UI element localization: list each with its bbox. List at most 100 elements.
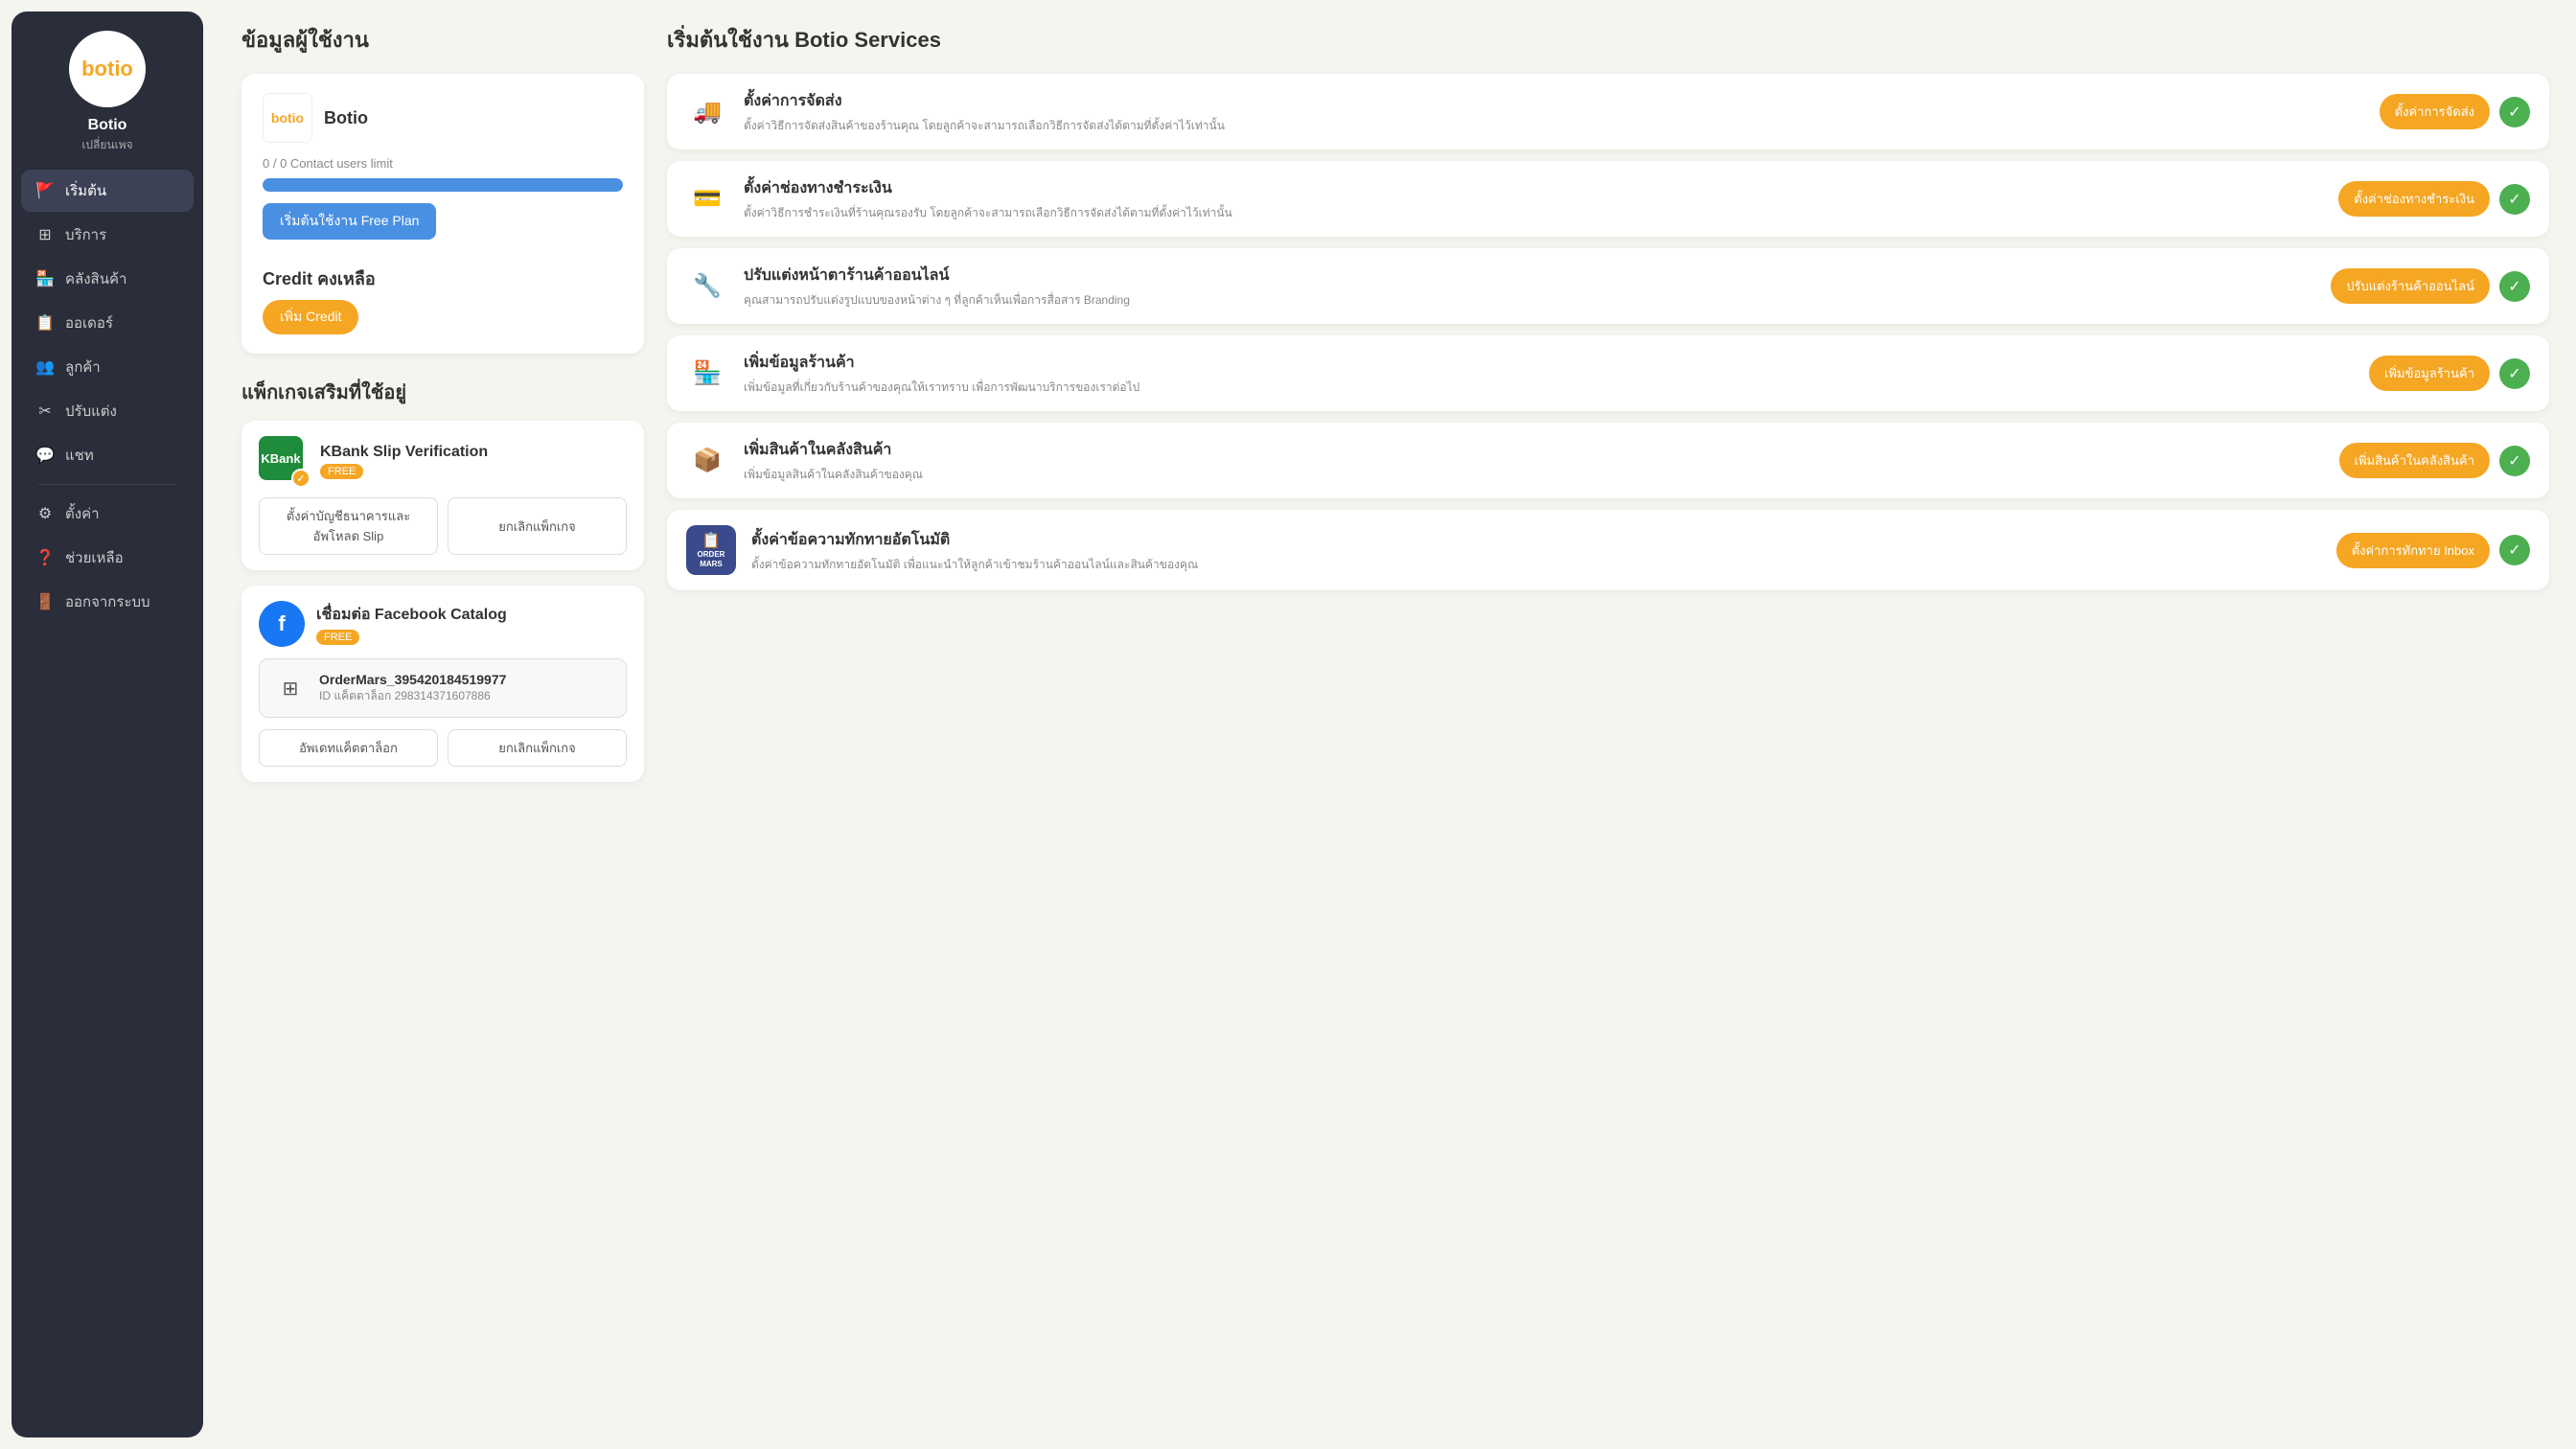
- shipping-btn[interactable]: ตั้งค่าการจัดส่ง: [2380, 94, 2490, 129]
- user-info-card: botio Botio 0 / 0 Contact users limit เร…: [242, 74, 644, 354]
- credit-section: Credit คงเหลือ เพิ่ม Credit: [263, 264, 623, 334]
- shipping-title: ตั้งค่าการจัดส่ง: [744, 89, 2364, 113]
- service-row-auto-reply: 📋 ORDERMARS ตั้งค่าข้อความทักทายอัตโนมัต…: [667, 510, 2549, 590]
- mini-logo-accent: io: [292, 110, 304, 126]
- sidebar: botio Botio เปลี่ยนเพจ 🚩 เริ่มต้น ⊞ บริก…: [12, 12, 203, 1438]
- inventory-btn[interactable]: เพิ่มสินค้าในคลังสินค้า: [2339, 443, 2490, 478]
- kbank-name: KBank Slip Verification: [320, 444, 627, 461]
- user-card-logo: botio: [263, 93, 312, 143]
- nav-divider: [38, 484, 176, 485]
- sidebar-item-help[interactable]: ❓ ช่วยเหลือ: [21, 537, 194, 579]
- package-card-facebook: f เชื่อมต่อ Facebook Catalog FREE ⊞ Orde…: [242, 586, 644, 782]
- storefront-icon: 🔧: [686, 265, 728, 308]
- fb-update-btn[interactable]: อัพเดทแค็ตตาล็อก: [259, 729, 438, 767]
- sidebar-item-customers[interactable]: 👥 ลูกค้า: [21, 346, 194, 388]
- payment-title: ตั้งค่าช่องทางชำระเงิน: [744, 176, 2323, 200]
- kbank-setup-btn[interactable]: ตั้งค่าบัญชีธนาคารและอัพโหลด Slip: [259, 497, 438, 555]
- credit-label: Credit คงเหลือ: [263, 264, 623, 292]
- store-info-btn[interactable]: เพิ่มข้อมูลร้านค้า: [2369, 356, 2490, 391]
- shop-name: Botio: [324, 108, 368, 128]
- sidebar-item-products[interactable]: 🏪 คลังสินค้า: [21, 258, 194, 300]
- order-mars-badge: 📋 ORDERMARS: [686, 525, 736, 575]
- storefront-check: ✓: [2499, 271, 2530, 302]
- fb-logo: f: [259, 601, 305, 647]
- nav-label-logout: ออกจากระบบ: [65, 590, 150, 613]
- kbank-info: KBank Slip Verification FREE: [320, 444, 627, 479]
- services-title: เริ่มต้นใช้งาน Botio Services: [667, 23, 2549, 57]
- shipping-desc: ตั้งค่าวิธีการจัดส่งสินค้าของร้านคุณ โดย…: [744, 117, 2364, 134]
- store-info-title: เพิ่มข้อมูลร้านค้า: [744, 351, 2354, 375]
- fb-actions: อัพเดทแค็ตตาล็อก ยกเลิกแพ็กเกจ: [259, 729, 627, 767]
- auto-reply-desc: ตั้งค่าข้อความทักทายอัตโนมัติ เพื่อแนะนำ…: [751, 556, 2321, 573]
- inventory-title: เพิ่มสินค้าในคลังสินค้า: [744, 438, 2324, 462]
- sidebar-item-logout[interactable]: 🚪 ออกจากระบบ: [21, 581, 194, 623]
- catalog-info: OrderMars_395420184519977 ID แค็ตตาล็อก …: [319, 672, 506, 705]
- order-mars-text: ORDERMARS: [698, 550, 725, 568]
- nav-label-customize: ปรับแต่ง: [65, 400, 117, 423]
- sidebar-item-chat[interactable]: 💬 แชท: [21, 434, 194, 476]
- customers-icon: 👥: [34, 356, 56, 378]
- kbank-badge: FREE: [320, 464, 363, 479]
- store-info-actions: เพิ่มข้อมูลร้านค้า ✓: [2369, 356, 2530, 391]
- logo-main: bot: [81, 57, 114, 80]
- nav-label-products: คลังสินค้า: [65, 267, 126, 290]
- payment-desc: ตั้งค่าวิธีการชำระเงินที่ร้านคุณรองรับ โ…: [744, 204, 2323, 221]
- fb-cancel-btn[interactable]: ยกเลิกแพ็กเกจ: [448, 729, 627, 767]
- btn-free-plan[interactable]: เริ่มต้นใช้งาน Free Plan: [263, 203, 436, 240]
- sidebar-change-page[interactable]: เปลี่ยนเพจ: [81, 136, 132, 154]
- scissors-icon: ✂: [34, 401, 56, 422]
- auto-reply-info: ตั้งค่าข้อความทักทายอัตโนมัติ ตั้งค่าข้อ…: [751, 528, 2321, 573]
- inventory-info: เพิ่มสินค้าในคลังสินค้า เพิ่มข้อมูลสินค้…: [744, 438, 2324, 483]
- store-info-desc: เพิ่มข้อมูลที่เกี่ยวกับร้านค้าของคุณให้เ…: [744, 379, 2354, 396]
- chat-icon: 💬: [34, 445, 56, 466]
- payment-btn[interactable]: ตั้งค่าช่องทางชำระเงิน: [2338, 181, 2490, 217]
- store-info-icon: 🏪: [686, 353, 728, 395]
- service-row-payment: 💳 ตั้งค่าช่องทางชำระเงิน ตั้งค่าวิธีการช…: [667, 161, 2549, 237]
- auto-reply-actions: ตั้งค่าการทักทาย Inbox ✓: [2336, 533, 2530, 568]
- payment-actions: ตั้งค่าช่องทางชำระเงิน ✓: [2338, 181, 2530, 217]
- inventory-check: ✓: [2499, 446, 2530, 476]
- package-card-kbank: KBank ✓ KBank Slip Verification FREE ตั้…: [242, 421, 644, 570]
- catalog-name: OrderMars_395420184519977: [319, 672, 506, 687]
- contact-limit: 0 / 0 Contact users limit: [263, 156, 623, 171]
- auto-reply-btn[interactable]: ตั้งค่าการทักทาย Inbox: [2336, 533, 2490, 568]
- sidebar-username: Botio: [88, 117, 127, 134]
- service-row-shipping: 🚚 ตั้งค่าการจัดส่ง ตั้งค่าวิธีการจัดส่งส…: [667, 74, 2549, 150]
- storefront-actions: ปรับแต่งร้านค้าออนไลน์ ✓: [2331, 268, 2530, 304]
- sidebar-item-start[interactable]: 🚩 เริ่มต้น: [21, 170, 194, 212]
- progress-bar-bg: [263, 178, 623, 192]
- user-card-header: botio Botio: [263, 93, 623, 143]
- store-info-check: ✓: [2499, 358, 2530, 389]
- main-content: ข้อมูลผู้ใช้งาน botio Botio 0 / 0 Contac…: [215, 0, 2576, 1449]
- nav-label-orders: ออเดอร์: [65, 311, 113, 334]
- shipping-info: ตั้งค่าการจัดส่ง ตั้งค่าวิธีการจัดส่งสิน…: [744, 89, 2364, 134]
- storefront-desc: คุณสามารถปรับแต่งรูปแบบของหน้าต่าง ๆ ที่…: [744, 291, 2315, 309]
- logo-accent: io: [114, 57, 133, 80]
- inventory-desc: เพิ่มข้อมูลสินค้าในคลังสินค้าของคุณ: [744, 466, 2324, 483]
- auto-reply-title: ตั้งค่าข้อความทักทายอัตโนมัติ: [751, 528, 2321, 552]
- btn-add-credit[interactable]: เพิ่ม Credit: [263, 300, 358, 334]
- sidebar-item-customize[interactable]: ✂ ปรับแต่ง: [21, 390, 194, 432]
- storefront-info: ปรับแต่งหน้าตาร้านค้าออนไลน์ คุณสามารถปร…: [744, 264, 2315, 309]
- sidebar-nav: 🚩 เริ่มต้น ⊞ บริการ 🏪 คลังสินค้า 📋 ออเดอ…: [12, 170, 203, 625]
- sidebar-item-orders[interactable]: 📋 ออเดอร์: [21, 302, 194, 344]
- order-mars-icon: 📋: [702, 531, 721, 550]
- right-panel: เริ่มต้นใช้งาน Botio Services 🚚 ตั้งค่าก…: [667, 23, 2549, 1426]
- help-icon: ❓: [34, 547, 56, 568]
- store-icon: 🏪: [34, 268, 56, 289]
- shipping-actions: ตั้งค่าการจัดส่ง ✓: [2380, 94, 2530, 129]
- orders-icon: 📋: [34, 312, 56, 334]
- storefront-btn[interactable]: ปรับแต่งร้านค้าออนไลน์: [2331, 268, 2490, 304]
- packages-title: แพ็กเกจเสริมที่ใช้อยู่: [242, 377, 644, 407]
- sidebar-item-settings[interactable]: ⚙ ตั้งค่า: [21, 493, 194, 535]
- kbank-cancel-btn[interactable]: ยกเลิกแพ็กเกจ: [448, 497, 627, 555]
- catalog-id: ID แค็ตตาล็อก 298314371607886: [319, 687, 506, 705]
- mini-logo: botio: [271, 110, 304, 126]
- service-row-store-info: 🏪 เพิ่มข้อมูลร้านค้า เพิ่มข้อมูลที่เกี่ย…: [667, 335, 2549, 411]
- progress-bar-fill: [263, 178, 623, 192]
- sidebar-item-services[interactable]: ⊞ บริการ: [21, 214, 194, 256]
- kbank-actions: ตั้งค่าบัญชีธนาคารและอัพโหลด Slip ยกเลิก…: [259, 497, 627, 555]
- fb-badge: FREE: [316, 630, 359, 645]
- logout-icon: 🚪: [34, 591, 56, 612]
- nav-label-chat: แชท: [65, 444, 94, 467]
